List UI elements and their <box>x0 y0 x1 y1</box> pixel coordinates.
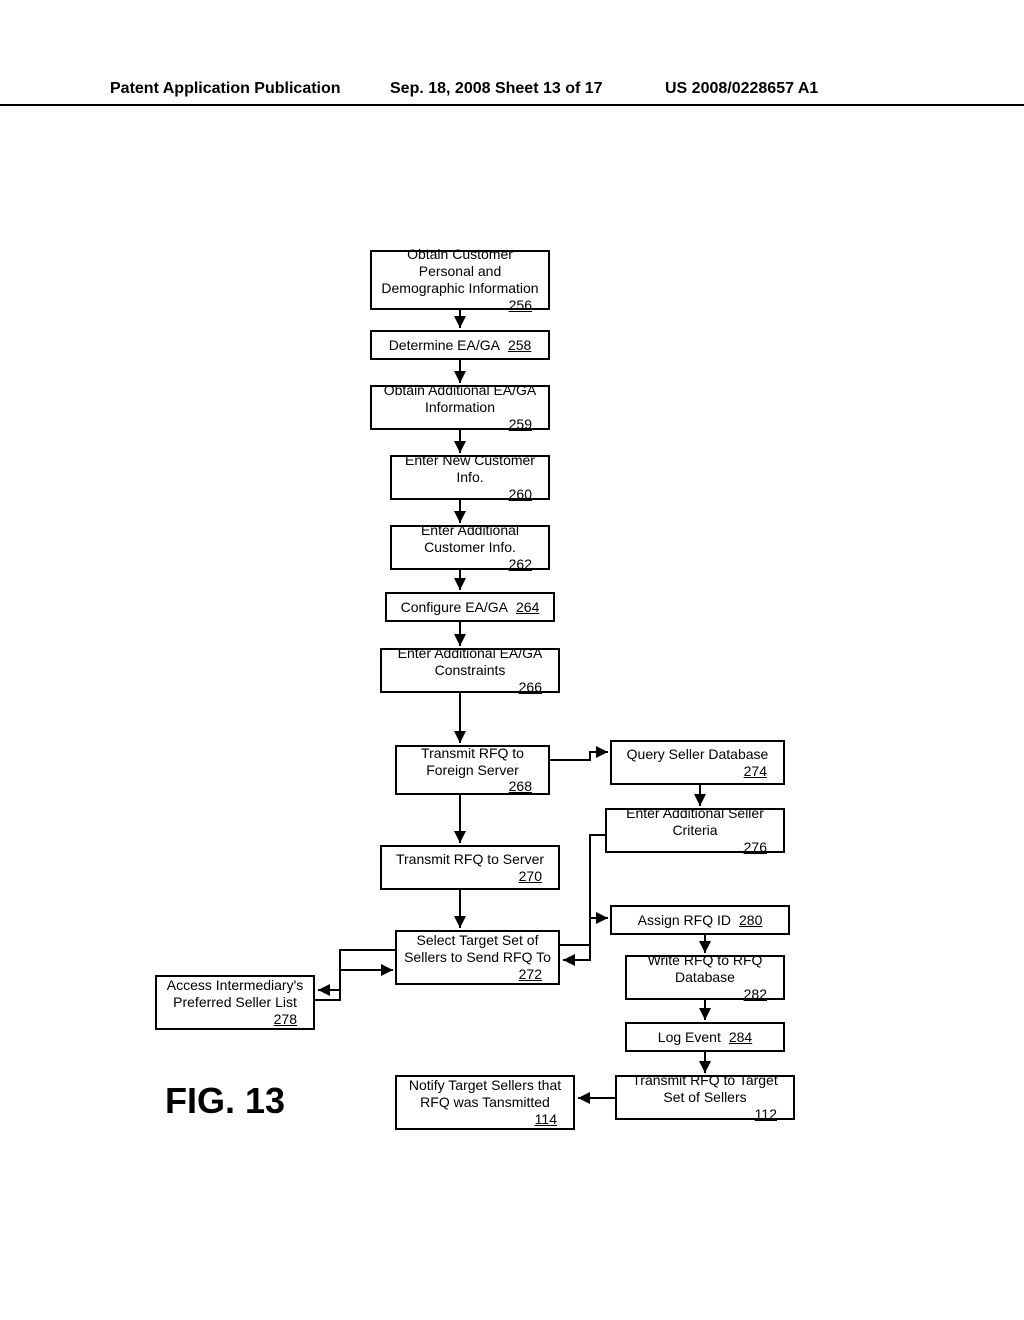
box-114-num: 114 <box>535 1111 557 1128</box>
box-284-text: Log Event <box>658 1029 721 1046</box>
box-259: Obtain Additional EA/GA Information 259 <box>370 385 550 430</box>
box-272: Select Target Set of Sellers to Send RFQ… <box>395 930 560 985</box>
box-258-num: 258 <box>508 337 531 354</box>
box-258: Determine EA/GA 258 <box>370 330 550 360</box>
box-272-num: 272 <box>519 966 542 983</box>
box-260: Enter New Customer Info. 260 <box>390 455 550 500</box>
box-270: Transmit RFQ to Server 270 <box>380 845 560 890</box>
box-114: Notify Target Sellers that RFQ was Tansm… <box>395 1075 575 1130</box>
box-112: Transmit RFQ to Target Set of Sellers 11… <box>615 1075 795 1120</box>
box-266: Enter Additional EA/GA Constraints 266 <box>380 648 560 693</box>
box-112-text: Transmit RFQ to Target Set of Sellers <box>623 1072 787 1106</box>
box-272-text: Select Target Set of Sellers to Send RFQ… <box>403 932 552 966</box>
box-282: Write RFQ to RFQ Database 282 <box>625 955 785 1000</box>
box-112-num: 112 <box>755 1106 777 1123</box>
page-header: Patent Application Publication Sep. 18, … <box>0 80 1024 106</box>
box-256-num: 256 <box>509 297 532 314</box>
box-270-num: 270 <box>519 868 542 885</box>
box-264: Configure EA/GA 264 <box>385 592 555 622</box>
figure-label: FIG. 13 <box>165 1080 285 1122</box>
box-268-num: 268 <box>509 778 532 795</box>
box-282-text: Write RFQ to RFQ Database <box>633 952 777 986</box>
box-284: Log Event 284 <box>625 1022 785 1052</box>
box-114-text: Notify Target Sellers that RFQ was Tansm… <box>403 1077 567 1111</box>
box-276-num: 276 <box>744 839 767 856</box>
box-256-text: Obtain Customer Personal and Demographic… <box>378 246 542 296</box>
box-266-num: 266 <box>519 679 542 696</box>
box-258-text: Determine EA/GA <box>389 337 500 354</box>
box-260-text: Enter New Customer Info. <box>398 452 542 486</box>
box-264-num: 264 <box>516 599 539 616</box>
box-278: Access Intermediary's Preferred Seller L… <box>155 975 315 1030</box>
box-268-text: Transmit RFQ to Foreign Server <box>403 745 542 779</box>
box-274-num: 274 <box>744 763 767 780</box>
box-259-num: 259 <box>509 416 532 433</box>
header-mid: Sep. 18, 2008 Sheet 13 of 17 <box>390 80 603 98</box>
box-262-text: Enter Additional Customer Info. <box>398 522 542 556</box>
box-276: Enter Additional Seller Criteria 276 <box>605 808 785 853</box>
box-280-num: 280 <box>739 912 762 929</box>
box-278-num: 278 <box>274 1011 297 1028</box>
box-260-num: 260 <box>509 486 532 503</box>
box-266-text: Enter Additional EA/GA Constraints <box>388 645 552 679</box>
box-262: Enter Additional Customer Info. 262 <box>390 525 550 570</box>
box-268: Transmit RFQ to Foreign Server 268 <box>395 745 550 795</box>
box-280-text: Assign RFQ ID <box>638 912 731 929</box>
box-274: Query Seller Database 274 <box>610 740 785 785</box>
box-276-text: Enter Additional Seller Criteria <box>613 805 777 839</box>
box-262-num: 262 <box>509 556 532 573</box>
box-274-text: Query Seller Database <box>627 746 769 763</box>
box-284-num: 284 <box>729 1029 752 1046</box>
header-right: US 2008/0228657 A1 <box>665 80 818 98</box>
box-278-text: Access Intermediary's Preferred Seller L… <box>163 977 307 1011</box>
box-282-num: 282 <box>744 986 767 1003</box>
box-256: Obtain Customer Personal and Demographic… <box>370 250 550 310</box>
box-280: Assign RFQ ID 280 <box>610 905 790 935</box>
box-264-text: Configure EA/GA <box>401 599 508 616</box>
box-259-text: Obtain Additional EA/GA Information <box>378 382 542 416</box>
header-left: Patent Application Publication <box>110 80 341 98</box>
box-270-text: Transmit RFQ to Server <box>396 851 544 868</box>
